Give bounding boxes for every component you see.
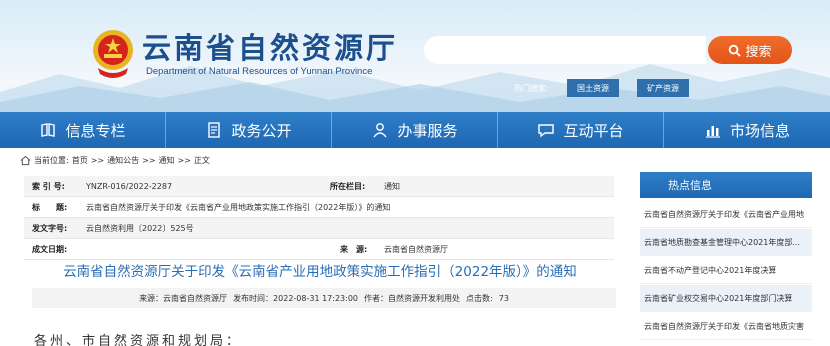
article-info-bar: 来源：云南省自然资源厅 发布时间：2022-08-31 17:23:00 作者：… — [32, 288, 616, 308]
search-button[interactable]: 搜索 — [708, 36, 792, 64]
search-icon — [729, 44, 742, 57]
hot-info-item[interactable]: 云南省矿业权交易中心2021年度部门决算 — [640, 285, 812, 312]
breadcrumb-notice[interactable]: 通知 — [159, 155, 175, 166]
national-emblem-icon — [93, 30, 133, 78]
hot-info-item[interactable]: 云南省自然资源厅关于印发《云南省地质灾害 — [640, 313, 812, 340]
source-value: 云南省自然资源厅 — [384, 244, 448, 254]
index-value: YNZR-016/2022-2287 — [86, 181, 173, 191]
article-author: 作者：自然资源开发利用处 — [364, 293, 461, 303]
chat-icon — [538, 124, 555, 138]
search-input[interactable] — [424, 36, 706, 64]
hot-info-heading: 热点信息 — [640, 172, 812, 198]
hot-info-item[interactable]: 云南省地质勘查基金管理中心2021年度部... — [640, 229, 812, 256]
hot-info-item[interactable]: 云南省不动产登记中心2021年度决算 — [640, 257, 812, 284]
person-icon — [373, 123, 388, 138]
breadcrumb-home[interactable]: 首页 — [72, 155, 88, 166]
site-header: 云南省自然资源厅 Department of Natural Resources… — [0, 0, 830, 112]
article-clicks-label: 点击数: — [466, 293, 493, 303]
article-source: 来源：云南省自然资源厅 — [139, 293, 228, 303]
nav-item-market-info[interactable]: 市场信息 — [664, 112, 830, 148]
article-salutation: 各州、市自然资源和规划局： — [34, 334, 243, 346]
meta-row-docno: 发文字号: 云自然资利用〔2022〕525号 — [24, 218, 614, 239]
breadcrumb: 当前位置: 首页 >> 通知公告 >> 通知 >> 正文 — [20, 153, 210, 167]
meta-row-index: 索 引 号: YNZR-016/2022-2287 所在栏目: 通知 — [24, 176, 614, 197]
breadcrumb-separator: >> — [142, 155, 156, 165]
breadcrumb-prefix: 当前位置: — [34, 155, 69, 165]
nav-item-label: 市场信息 — [729, 121, 790, 140]
article-clicks-value: 73 — [498, 293, 509, 303]
site-title: 云南省自然资源厅 — [142, 31, 399, 65]
search-button-label: 搜索 — [745, 44, 772, 60]
nav-item-label: 政务公开 — [231, 121, 292, 140]
nav-item-label: 信息专栏 — [65, 121, 126, 140]
index-label: 索 引 号: — [32, 181, 65, 191]
date-label: 成文日期: — [32, 244, 68, 254]
hot-search-label: 热门搜索: — [514, 84, 549, 93]
breadcrumb-separator: >> — [177, 155, 191, 165]
hot-tag-minerals[interactable]: 矿产资源 — [637, 79, 689, 97]
meta-row-date: 成文日期: 来 源: 云南省自然资源厅 — [24, 239, 614, 260]
site-subtitle: Department of Natural Resources of Yunna… — [146, 66, 373, 77]
nav-item-interaction[interactable]: 互动平台 — [498, 112, 664, 148]
breadcrumb-notices[interactable]: 通知公告 — [107, 155, 139, 166]
document-icon — [208, 122, 221, 138]
breadcrumb-separator: >> — [90, 155, 105, 165]
document-meta-table: 索 引 号: YNZR-016/2022-2287 所在栏目: 通知 标 题: … — [24, 176, 614, 260]
meta-row-subject: 标 题: 云南省自然资源厅关于印发《云南省产业用地政策实施工作指引（2022年版… — [24, 197, 614, 218]
hot-info-item[interactable]: 云南省自然资源厅关于印发《云南省产业用地 — [640, 201, 812, 228]
nav-item-label: 办事服务 — [397, 121, 458, 140]
book-icon — [41, 123, 56, 137]
nav-item-services[interactable]: 办事服务 — [332, 112, 498, 148]
article-title: 云南省自然资源厅关于印发《云南省产业用地政策实施工作指引（2022年版）》的通知 — [63, 264, 577, 280]
bar-chart-icon — [705, 126, 720, 138]
source-label: 来 源: — [340, 244, 368, 254]
subject-label: 标 题: — [32, 202, 68, 212]
docno-value: 云自然资利用〔2022〕525号 — [86, 223, 194, 233]
article-time: 发布时间：2022-08-31 17:23:00 — [233, 293, 359, 303]
column-label: 所在栏目: — [330, 181, 366, 191]
nav-item-gov-affairs[interactable]: 政务公开 — [166, 112, 332, 148]
nav-item-label: 互动平台 — [563, 121, 624, 140]
main-nav: 信息专栏 政务公开 办事服务 互动平台 市场信息 — [0, 112, 830, 148]
column-value: 通知 — [384, 181, 400, 191]
nav-item-info-column[interactable]: 信息专栏 — [0, 112, 166, 148]
hot-tag-land[interactable]: 国土资源 — [567, 79, 619, 97]
home-icon — [20, 155, 31, 165]
search-box — [424, 36, 706, 64]
docno-label: 发文字号: — [32, 223, 68, 233]
breadcrumb-current: 正文 — [193, 155, 210, 165]
subject-value: 云南省自然资源厅关于印发《云南省产业用地政策实施工作指引（2022年版）》的通知 — [86, 202, 391, 212]
